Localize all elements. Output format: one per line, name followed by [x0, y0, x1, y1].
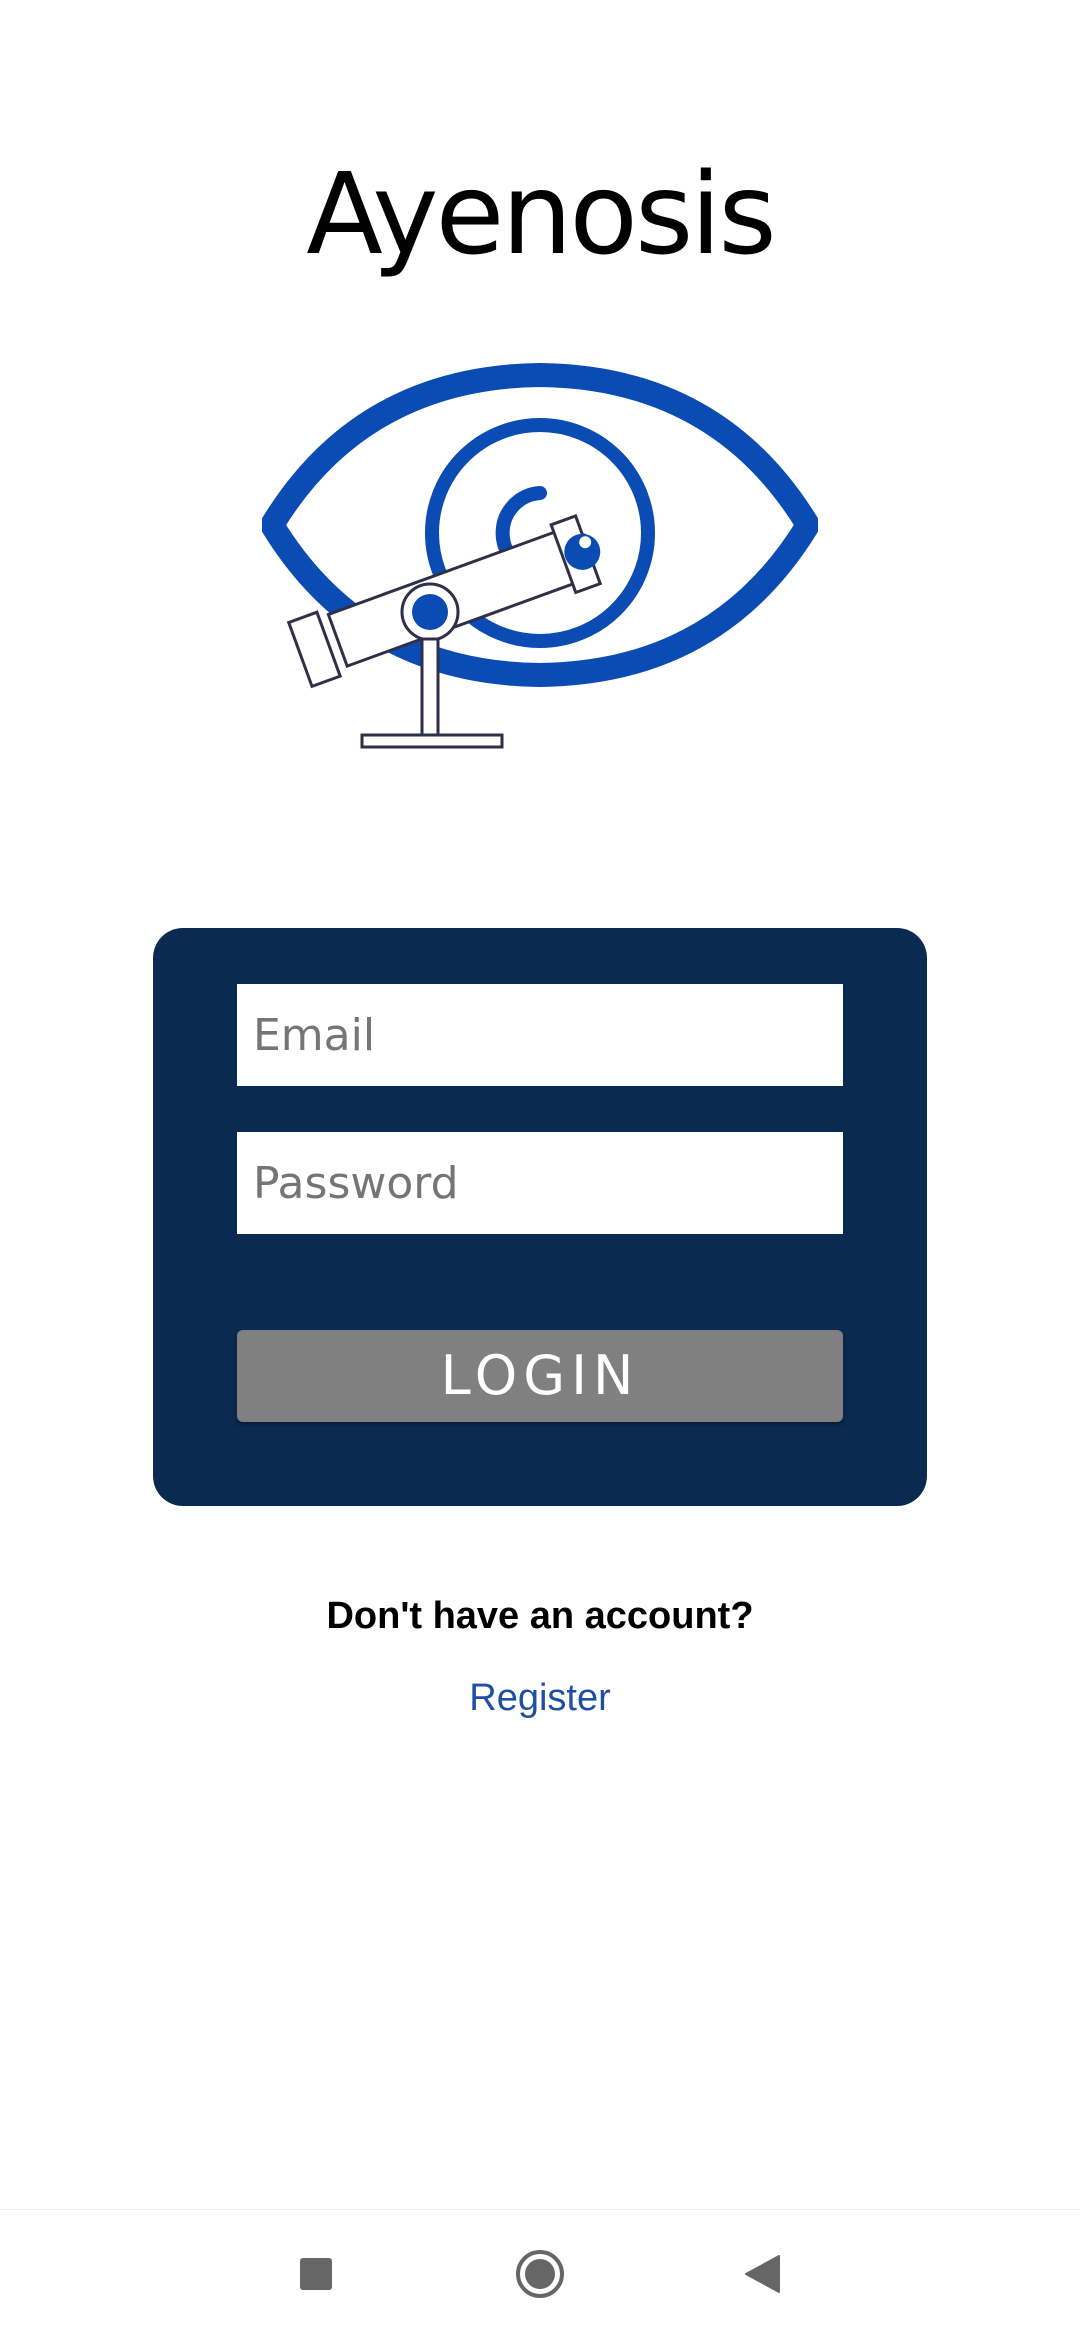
app-title: Ayenosis: [306, 150, 777, 280]
recents-button[interactable]: [282, 2240, 350, 2308]
triangle-back-icon: [745, 2255, 780, 2293]
email-field[interactable]: [237, 984, 843, 1086]
eye-telescope-logo: [262, 362, 818, 749]
register-link[interactable]: Register: [440, 1674, 640, 1722]
square-icon: [300, 2258, 332, 2290]
circle-icon: [516, 2250, 564, 2298]
telescope-stand: [420, 637, 440, 737]
telescope-mount-center: [412, 594, 448, 630]
password-field[interactable]: [237, 1132, 843, 1234]
home-button[interactable]: [506, 2240, 574, 2308]
login-button[interactable]: LOGIN: [237, 1330, 843, 1422]
telescope-base: [360, 733, 504, 749]
back-button[interactable]: [728, 2240, 796, 2308]
no-account-prompt: Don't have an account?: [326, 1595, 754, 1637]
